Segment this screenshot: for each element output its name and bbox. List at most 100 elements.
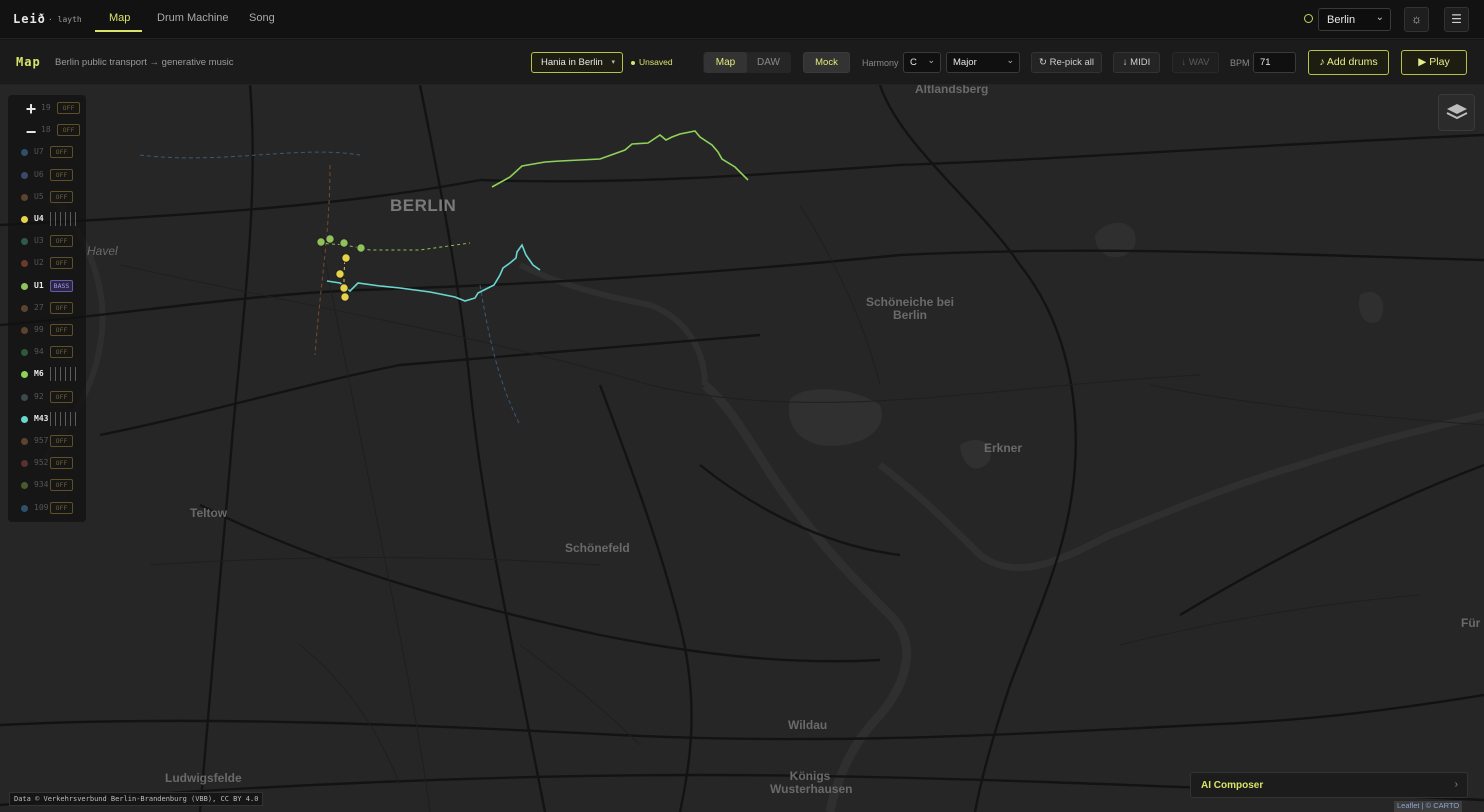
line-state-badge[interactable]: OFF	[57, 102, 80, 114]
line-state-badge[interactable]: OFF	[50, 390, 73, 403]
bpm-label: BPM	[1230, 58, 1250, 68]
line-row-952[interactable]: 952 OFF	[21, 456, 81, 472]
line-row-u4[interactable]: U4	[21, 212, 81, 228]
line-row-u3[interactable]: U3 OFF	[21, 234, 81, 250]
map-attribution[interactable]: Leaflet | © CARTO	[1394, 801, 1463, 812]
export-wav-button[interactable]: ↓ WAV	[1172, 52, 1219, 73]
line-name: 957	[34, 436, 49, 445]
data-attribution: Data © Verkehrsverbund Berlin-Brandenbur…	[9, 792, 264, 806]
tab-song[interactable]: Song	[249, 12, 275, 24]
place-altlandsberg: Altlandsberg	[915, 85, 989, 96]
line-state-badge[interactable]: BASS	[50, 279, 73, 292]
line-name: 19	[41, 103, 51, 112]
chevron-right-icon: ›	[1454, 779, 1458, 790]
mock-button[interactable]: Mock	[803, 52, 850, 73]
line-name: U3	[34, 236, 44, 246]
place-havel: Havel	[87, 244, 118, 258]
line-row-u2[interactable]: U2 OFF	[21, 256, 81, 272]
line-row-94[interactable]: 94 OFF	[21, 345, 81, 361]
line-state-badge[interactable]: OFF	[50, 457, 73, 470]
hamburger-menu-icon: ☰	[1451, 12, 1462, 26]
line-name: 109	[34, 502, 49, 512]
theme-toggle-button[interactable]: ☼	[1404, 7, 1429, 32]
place-schoeneiche: Schöneiche bei Berlin	[865, 295, 955, 322]
harmony-scale-select[interactable]: Major ⌄	[946, 52, 1020, 73]
line-row-u1[interactable]: U1 BASS	[21, 279, 81, 295]
line-state-badge[interactable]: OFF	[50, 146, 73, 159]
line-row-19[interactable]: 19 OFF	[28, 101, 88, 117]
line-name: U7	[34, 147, 44, 157]
line-row-27[interactable]: 27 OFF	[21, 301, 81, 317]
line-row-m43[interactable]: M43	[21, 411, 81, 428]
top-nav: Leið · layth Map Drum Machine Song Berli…	[0, 0, 1484, 39]
pattern-bars[interactable]	[50, 212, 78, 226]
harmony-key-select[interactable]: C ⌄	[903, 52, 941, 73]
line-state-badge[interactable]: OFF	[50, 190, 73, 203]
map-canvas[interactable]: Altlandsberg BERLIN Schöneiche bei Berli…	[0, 85, 1484, 812]
city-select-value: Berlin	[1327, 14, 1356, 26]
line-color-dot	[21, 438, 28, 445]
page-subtitle: Berlin public transport → generative mus…	[55, 57, 234, 68]
line-color-dot	[21, 149, 28, 157]
chevron-down-icon: ⌄	[1006, 55, 1014, 65]
line-row-934[interactable]: 934 OFF	[21, 478, 81, 494]
line-state-badge[interactable]: OFF	[50, 501, 73, 514]
line-row-u7[interactable]: U7 OFF	[21, 145, 81, 161]
line-row-109[interactable]: 109 OFF	[21, 501, 81, 517]
pattern-bars[interactable]	[50, 367, 78, 382]
map-tiles	[0, 85, 1484, 812]
app-subtitle: · layth	[48, 15, 82, 24]
view-mode-toggle: Map DAW	[703, 52, 791, 73]
line-state-badge[interactable]: OFF	[50, 257, 73, 270]
line-name: 99	[34, 325, 44, 334]
pattern-bars[interactable]	[50, 411, 78, 426]
line-row-u6[interactable]: U6 OFF	[21, 168, 81, 184]
place-fuer: Für	[1461, 616, 1481, 630]
tab-map[interactable]: Map	[109, 12, 130, 24]
line-row-u5[interactable]: U5 OFF	[21, 190, 81, 206]
map-toolbar: Map Berlin public transport → generative…	[0, 40, 1484, 85]
layers-button[interactable]	[1438, 94, 1475, 131]
line-state-badge[interactable]: OFF	[50, 301, 73, 314]
line-state-badge[interactable]: OFF	[50, 435, 73, 447]
tab-drum-machine[interactable]: Drum Machine	[157, 12, 229, 24]
place-koenigs-wusterhausen: Königs Wusterhausen	[770, 769, 853, 796]
line-color-dot	[21, 393, 28, 401]
line-row-18[interactable]: 18 OFF	[28, 123, 88, 139]
repick-all-button[interactable]: ↻ Re-pick all	[1031, 52, 1102, 73]
bpm-input[interactable]: 71	[1253, 52, 1296, 73]
line-color-dot	[21, 260, 28, 268]
project-select[interactable]: Hania in Berlin ▾	[531, 52, 623, 73]
menu-button[interactable]: ☰	[1444, 7, 1469, 32]
line-state-badge[interactable]: OFF	[57, 124, 80, 137]
line-color-dot	[21, 504, 28, 512]
line-name: M43	[34, 413, 49, 423]
line-state-badge[interactable]: OFF	[50, 168, 73, 181]
line-color-dot	[21, 171, 28, 179]
add-drums-button[interactable]: ♪ Add drums	[1308, 50, 1389, 75]
ai-composer-panel[interactable]: AI Composer ›	[1190, 772, 1468, 798]
line-name: 18	[41, 125, 51, 135]
place-schoenefeld: Schönefeld	[565, 541, 630, 555]
line-state-badge[interactable]: OFF	[50, 235, 73, 248]
line-state-badge[interactable]: OFF	[50, 324, 73, 336]
line-row-99[interactable]: 99 OFF	[21, 323, 81, 339]
play-button[interactable]: ▶ Play	[1401, 50, 1467, 75]
export-midi-button[interactable]: ↓ MIDI	[1113, 52, 1160, 73]
place-teltow: Teltow	[190, 506, 228, 520]
sun-icon: ☼	[1411, 12, 1422, 26]
place-ludwigsfelde: Ludwigsfelde	[165, 771, 242, 785]
line-row-957[interactable]: 957 OFF	[21, 434, 81, 450]
view-mode-map[interactable]: Map	[704, 52, 747, 73]
line-row-92[interactable]: 92 OFF	[21, 390, 81, 406]
line-row-m6[interactable]: M6	[21, 367, 81, 383]
harmony-label: Harmony	[862, 58, 899, 68]
line-state-badge[interactable]: OFF	[50, 346, 73, 359]
view-mode-daw[interactable]: DAW	[747, 52, 790, 73]
line-color-dot	[21, 304, 28, 312]
app-logo[interactable]: Leið	[13, 12, 46, 26]
city-select[interactable]: Berlin ⌄	[1318, 8, 1391, 31]
line-state-badge[interactable]: OFF	[50, 479, 73, 492]
line-color-dot	[21, 238, 28, 246]
line-name: M6	[34, 369, 44, 379]
